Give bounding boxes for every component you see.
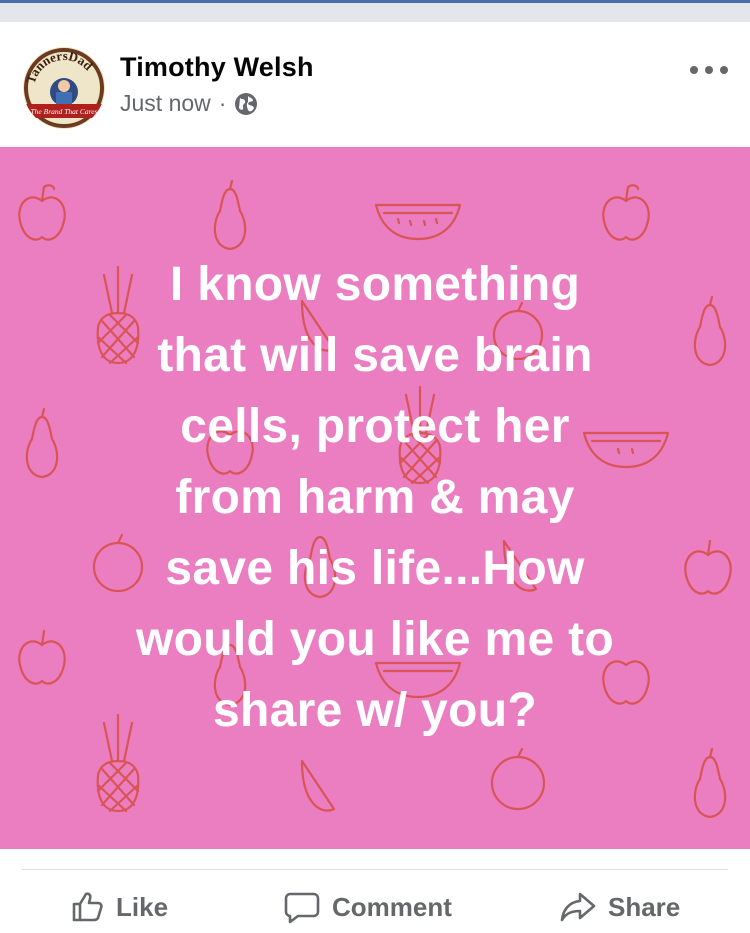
orange-wedge-icon (300, 759, 336, 812)
dot (720, 66, 728, 74)
globe-icon[interactable] (234, 92, 258, 116)
avatar[interactable]: TannersDad The Brand That Cares (22, 46, 106, 130)
post-text-line: share w/ you? (213, 684, 537, 737)
comment-bubble-icon (284, 892, 320, 924)
post-text-line: would you like me to (135, 613, 615, 666)
post-text-line: that will save brain (157, 329, 593, 382)
svg-text:The Brand That Cares: The Brand That Cares (30, 107, 97, 116)
share-arrow-icon (560, 892, 596, 922)
actions-divider (22, 869, 728, 870)
share-button[interactable]: Share (560, 890, 680, 924)
more-options-icon[interactable] (690, 60, 728, 80)
post-text-line: cells, protect her (180, 400, 570, 453)
watermelon-slice-icon (374, 203, 462, 241)
avatar-logo-image: TannersDad The Brand That Cares (23, 47, 105, 129)
top-accent-line (0, 0, 750, 3)
post-meta: Just now · (120, 90, 258, 117)
apple-icon (18, 184, 66, 241)
like-label: Like (116, 891, 169, 922)
post-text-line: I know something (169, 258, 581, 311)
post-text-line: save his life...How (165, 542, 585, 595)
comment-label: Comment (332, 891, 452, 922)
pear-icon (693, 747, 727, 819)
meta-separator: · (218, 90, 227, 116)
pear-icon (213, 179, 247, 251)
thumbs-up-icon (72, 892, 103, 922)
dot (690, 66, 698, 74)
post-header: TannersDad The Brand That Cares Timothy … (0, 22, 750, 147)
top-status-bar (0, 0, 750, 22)
orange-icon (490, 747, 546, 811)
post-message: I know something that will save brain ce… (40, 249, 710, 746)
post-text-line: from harm & may (175, 471, 575, 524)
post-actions-bar: Like Comment Share (0, 880, 750, 933)
comment-button[interactable]: Comment (284, 890, 452, 924)
apple-icon (602, 184, 650, 241)
share-label: Share (608, 891, 681, 922)
post-image[interactable]: I know something that will save brain ce… (0, 147, 750, 849)
like-button[interactable]: Like (70, 890, 168, 924)
post-timestamp[interactable]: Just now (120, 90, 211, 117)
dot (705, 66, 713, 74)
post-author-name[interactable]: Timothy Welsh (120, 52, 314, 83)
